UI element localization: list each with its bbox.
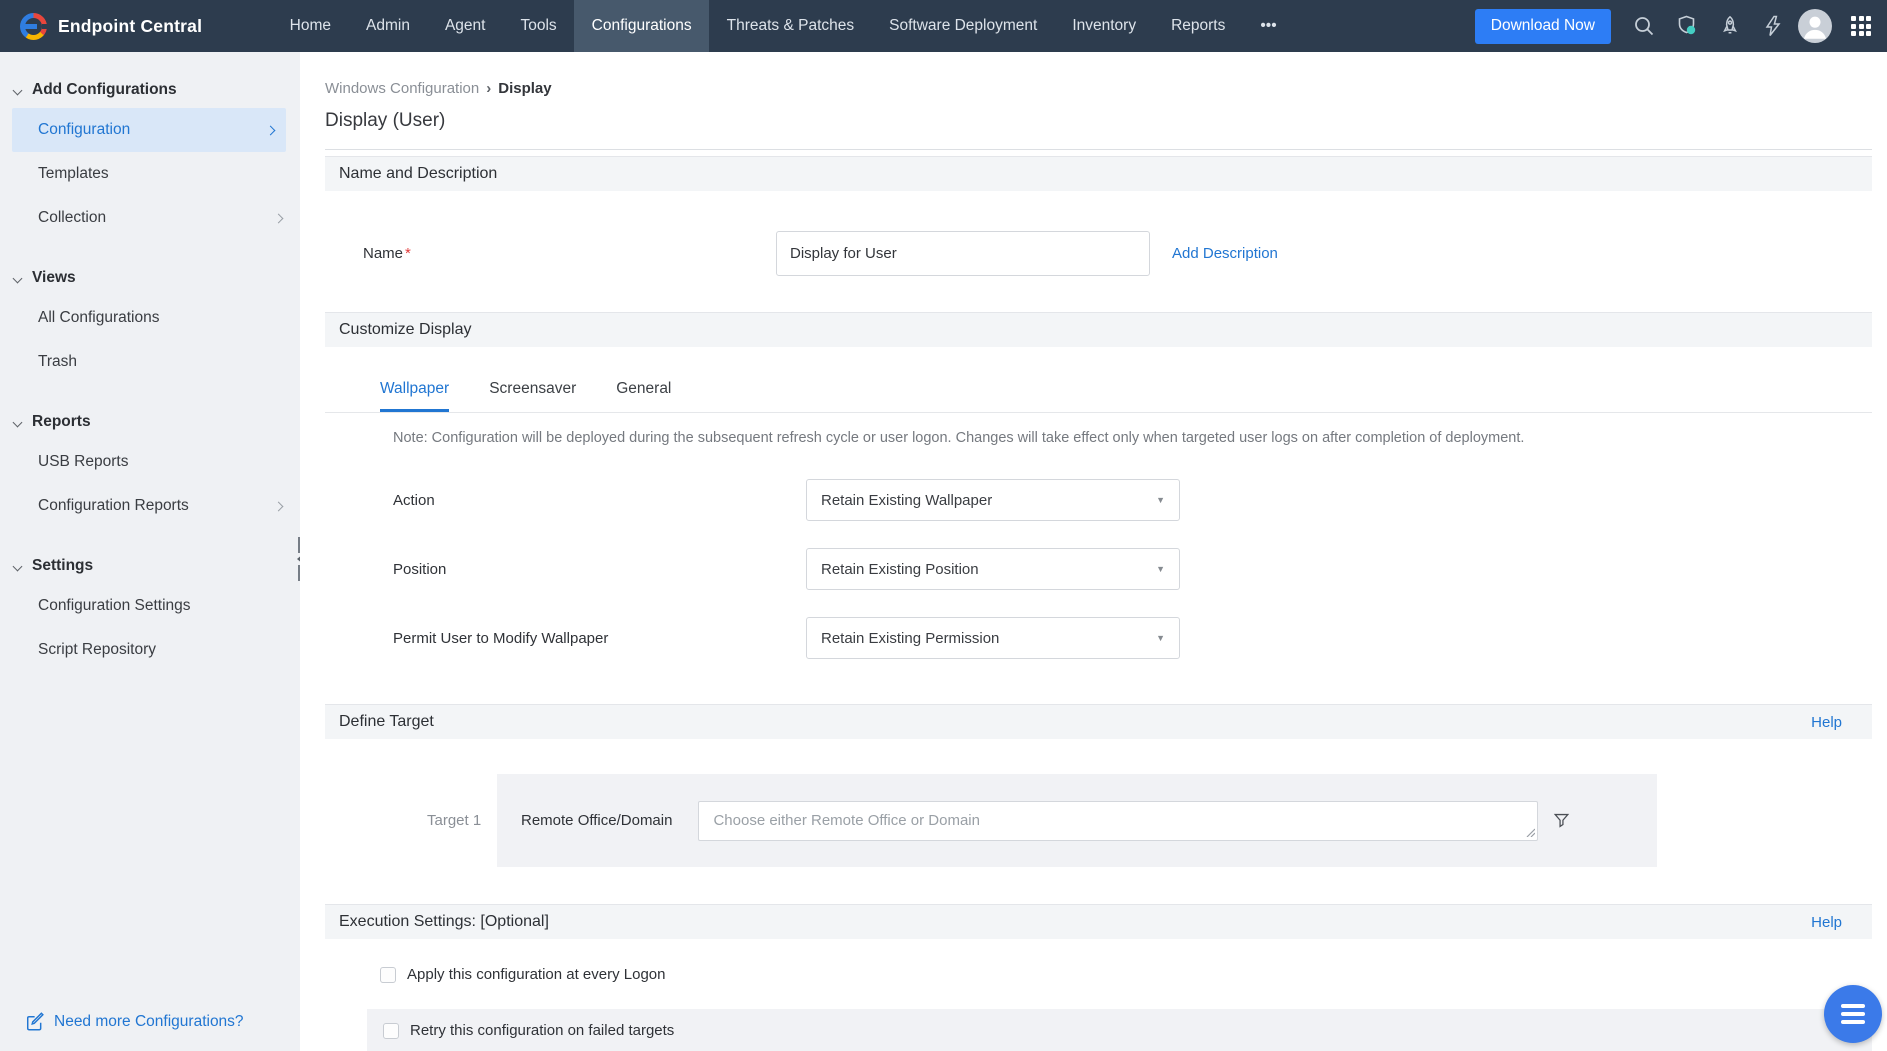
sidebar-item-collection[interactable]: Collection xyxy=(0,196,300,240)
nav-item-admin[interactable]: Admin xyxy=(349,0,428,52)
rocket-icon[interactable] xyxy=(1718,14,1742,38)
top-navbar: Endpoint Central Home Admin Agent Tools … xyxy=(0,0,1887,52)
chevron-right-icon xyxy=(274,213,284,223)
sidebar-item-configuration-settings[interactable]: Configuration Settings xyxy=(0,584,300,628)
breadcrumb-current: Display xyxy=(498,80,551,97)
sidebar-item-configuration-reports[interactable]: Configuration Reports xyxy=(0,484,300,528)
resize-grip-icon[interactable] xyxy=(1525,827,1535,837)
apps-grid-icon[interactable] xyxy=(1851,16,1871,36)
edit-compose-icon xyxy=(26,1012,45,1031)
position-field-label: Position xyxy=(393,561,806,578)
permit-modify-field-label: Permit User to Modify Wallpaper xyxy=(393,630,806,647)
sidebar-section-views[interactable]: Views xyxy=(14,264,300,292)
brand[interactable]: Endpoint Central xyxy=(0,13,202,40)
breadcrumb: Windows Configuration › Display xyxy=(325,80,1872,97)
sidebar-item-configuration[interactable]: Configuration xyxy=(12,108,286,152)
chevron-down-icon xyxy=(13,561,23,571)
breadcrumb-separator: › xyxy=(486,80,491,97)
main-nav: Home Admin Agent Tools Configurations Th… xyxy=(272,0,1294,52)
permit-modify-dropdown[interactable]: Retain Existing Permission ▼ xyxy=(806,617,1180,659)
nav-item-reports[interactable]: Reports xyxy=(1154,0,1243,52)
sidebar-item-all-configurations[interactable]: All Configurations xyxy=(0,296,300,340)
download-now-button[interactable]: Download Now xyxy=(1475,9,1611,44)
configuration-name-input[interactable] xyxy=(776,231,1150,276)
floating-menu-button[interactable] xyxy=(1824,985,1882,1043)
divider xyxy=(325,149,1872,150)
chevron-right-icon xyxy=(266,125,276,135)
page-title: Display (User) xyxy=(325,110,1872,132)
tab-wallpaper[interactable]: Wallpaper xyxy=(380,380,449,412)
nav-item-threats-patches[interactable]: Threats & Patches xyxy=(709,0,872,52)
sidebar-item-templates[interactable]: Templates xyxy=(0,152,300,196)
sidebar-item-trash[interactable]: Trash xyxy=(0,340,300,384)
define-target-help-link[interactable]: Help xyxy=(1811,714,1842,731)
remote-office-domain-label: Remote Office/Domain xyxy=(521,812,672,829)
retry-panel: Retry this configuration on failed targe… xyxy=(367,1009,1872,1051)
sidebar-item-usb-reports[interactable]: USB Reports xyxy=(0,440,300,484)
apply-at-logon-label: Apply this configuration at every Logon xyxy=(407,966,666,983)
position-dropdown[interactable]: Retain Existing Position ▼ xyxy=(806,548,1180,590)
retry-failed-targets-checkbox[interactable] xyxy=(383,1023,399,1039)
section-header-define-target: Define Target Help xyxy=(325,704,1872,739)
dropdown-caret-icon: ▼ xyxy=(1156,633,1165,643)
dropdown-caret-icon: ▼ xyxy=(1156,495,1165,505)
hamburger-icon xyxy=(1841,1004,1865,1008)
filter-icon[interactable] xyxy=(1552,811,1571,830)
section-header-execution-settings: Execution Settings: [Optional] Help xyxy=(325,904,1872,939)
sidebar-item-script-repository[interactable]: Script Repository xyxy=(0,628,300,672)
sidebar: Add Configurations Configuration Templat… xyxy=(0,52,300,1051)
deployment-note: Note: Configuration will be deployed dur… xyxy=(393,430,1872,446)
section-header-name-description: Name and Description xyxy=(325,156,1872,191)
security-shield-icon[interactable] xyxy=(1675,14,1699,38)
section-header-customize-display: Customize Display xyxy=(325,312,1872,347)
nav-item-home[interactable]: Home xyxy=(272,0,348,52)
user-avatar[interactable] xyxy=(1798,9,1832,43)
need-more-configurations-link[interactable]: Need more Configurations? xyxy=(26,1012,244,1031)
customize-tabs: Wallpaper Screensaver General xyxy=(325,380,1872,413)
tab-screensaver[interactable]: Screensaver xyxy=(489,380,576,412)
endpoint-central-logo-icon xyxy=(20,13,47,40)
dropdown-caret-icon: ▼ xyxy=(1156,564,1165,574)
nav-item-tools[interactable]: Tools xyxy=(503,0,574,52)
chevron-down-icon xyxy=(13,273,23,283)
retry-failed-targets-label: Retry this configuration on failed targe… xyxy=(410,1022,674,1039)
apply-at-logon-checkbox[interactable] xyxy=(380,967,396,983)
sidebar-section-settings[interactable]: Settings xyxy=(14,552,300,580)
target-1-label: Target 1 xyxy=(427,812,497,829)
nav-item-inventory[interactable]: Inventory xyxy=(1055,0,1154,52)
main-content: Windows Configuration › Display Display … xyxy=(300,52,1887,1051)
nav-item-configurations[interactable]: Configurations xyxy=(574,0,709,52)
nav-item-more[interactable]: ••• xyxy=(1243,0,1294,52)
required-asterisk: * xyxy=(405,245,411,262)
lightning-icon[interactable] xyxy=(1761,14,1785,38)
action-dropdown[interactable]: Retain Existing Wallpaper ▼ xyxy=(806,479,1180,521)
breadcrumb-parent[interactable]: Windows Configuration xyxy=(325,80,479,97)
name-field-label: Name* xyxy=(363,245,776,262)
nav-item-agent[interactable]: Agent xyxy=(427,0,503,52)
brand-name: Endpoint Central xyxy=(58,16,202,37)
chevron-right-icon xyxy=(274,501,284,511)
remote-office-domain-input[interactable] xyxy=(698,801,1538,841)
sidebar-section-reports[interactable]: Reports xyxy=(14,408,300,436)
chevron-down-icon xyxy=(13,85,23,95)
search-icon[interactable] xyxy=(1632,14,1656,38)
nav-item-software-deployment[interactable]: Software Deployment xyxy=(872,0,1055,52)
execution-settings-help-link[interactable]: Help xyxy=(1811,914,1842,931)
action-field-label: Action xyxy=(393,492,806,509)
tab-general[interactable]: General xyxy=(616,380,671,412)
add-description-link[interactable]: Add Description xyxy=(1172,245,1278,262)
chevron-down-icon xyxy=(13,417,23,427)
target-panel: Remote Office/Domain xyxy=(497,774,1657,867)
sidebar-section-add-configurations[interactable]: Add Configurations xyxy=(14,76,300,104)
